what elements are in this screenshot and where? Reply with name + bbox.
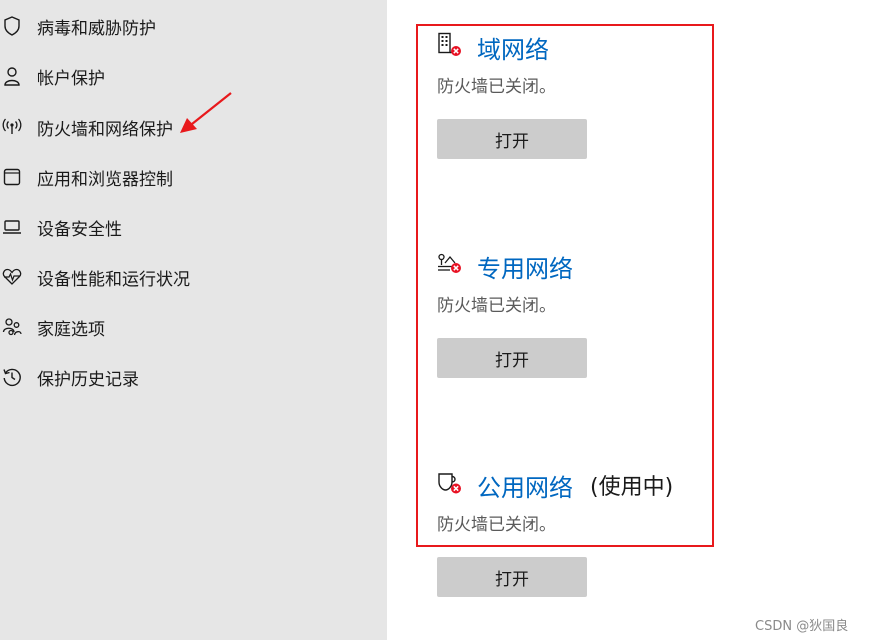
public-network-turn-on-button[interactable]: 打开 xyxy=(437,557,587,597)
family-icon xyxy=(2,317,22,337)
sidebar-item-protection-history[interactable]: 保护历史记录 xyxy=(0,360,380,394)
public-network-status: 防火墙已关闭。 xyxy=(437,515,556,535)
domain-network-status: 防火墙已关闭。 xyxy=(437,77,556,97)
sidebar-item-label: 帐户保护 xyxy=(37,68,105,89)
sidebar-item-label: 设备性能和运行状况 xyxy=(37,269,190,290)
sidebar-item-device-performance[interactable]: 设备性能和运行状况 xyxy=(0,260,380,294)
sidebar-item-label: 家庭选项 xyxy=(37,319,105,340)
sidebar-item-label: 保护历史记录 xyxy=(37,369,139,390)
sidebar-item-app-browser-control[interactable]: 应用和浏览器控制 xyxy=(0,160,380,194)
sidebar-item-label: 设备安全性 xyxy=(37,219,122,240)
sidebar-item-virus-protection[interactable]: 病毒和威胁防护 xyxy=(0,9,380,43)
private-network-title[interactable]: 专用网络 xyxy=(477,249,573,284)
public-network-in-use-label: (使用中) xyxy=(590,475,674,500)
domain-network-title[interactable]: 域网络 xyxy=(477,30,549,65)
sidebar-item-label: 应用和浏览器控制 xyxy=(37,169,173,190)
heart-pulse-icon xyxy=(2,267,22,287)
antenna-icon xyxy=(2,117,22,137)
private-network-turn-on-button[interactable]: 打开 xyxy=(437,338,587,378)
laptop-icon xyxy=(2,217,22,237)
history-icon xyxy=(2,367,22,387)
sidebar: 病毒和威胁防护 帐户保护 防火墙和网络保护 应用和浏览器控制 设备安全性 设备性… xyxy=(0,0,387,640)
sidebar-item-label: 防火墙和网络保护 xyxy=(37,119,173,140)
shield-icon xyxy=(2,16,22,36)
private-network-status: 防火墙已关闭。 xyxy=(437,296,556,316)
annotation-arrow-icon xyxy=(180,92,232,133)
domain-network-turn-on-button[interactable]: 打开 xyxy=(437,119,587,159)
sidebar-item-label: 病毒和威胁防护 xyxy=(37,18,156,39)
public-network-icon xyxy=(438,473,461,494)
app-window-icon xyxy=(2,167,22,187)
sidebar-item-family-options[interactable]: 家庭选项 xyxy=(0,310,380,344)
sidebar-item-device-security[interactable]: 设备安全性 xyxy=(0,210,380,244)
watermark: CSDN @狄国良 xyxy=(755,619,849,634)
private-network-icon xyxy=(438,253,461,273)
public-network-title[interactable]: 公用网络 xyxy=(477,468,573,503)
person-icon xyxy=(2,66,22,86)
domain-network-icon xyxy=(438,32,461,56)
